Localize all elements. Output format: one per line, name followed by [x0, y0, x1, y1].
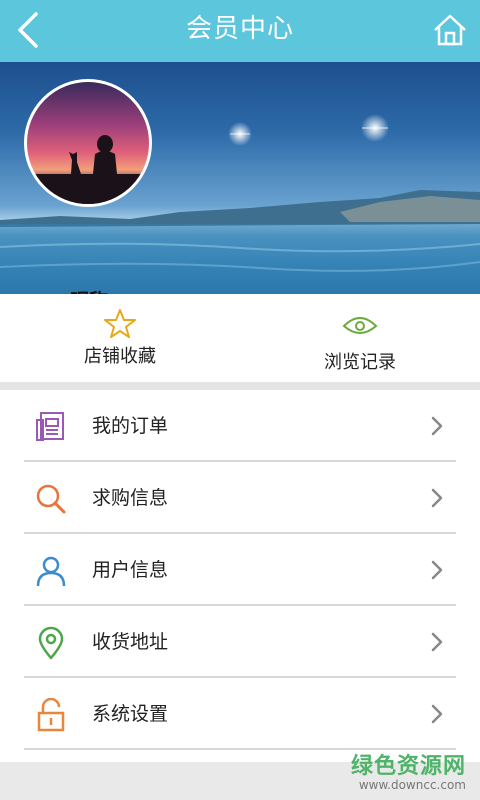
- search-icon: [36, 484, 66, 514]
- home-button[interactable]: [420, 0, 480, 62]
- avatar-silhouette-image: [27, 135, 149, 204]
- menu-item-label: 求购信息: [92, 487, 169, 509]
- quick-actions: 店铺收藏 浏览记录: [0, 294, 480, 382]
- menu-item-label: 我的订单: [92, 415, 169, 437]
- watermark: 绿色资源网 www.downcc.com: [351, 748, 466, 792]
- chevron-right-icon: [431, 704, 443, 724]
- location-pin-icon: [38, 626, 64, 660]
- browse-history-button[interactable]: 浏览记录: [240, 294, 480, 382]
- page-title: 会员中心: [185, 14, 294, 44]
- menu-item-my-orders[interactable]: 我的订单: [0, 390, 480, 462]
- chevron-right-icon: [431, 632, 443, 652]
- nickname-label[interactable]: 昵称: [58, 286, 120, 294]
- browse-history-label: 浏览记录: [324, 352, 396, 373]
- star-icon: [104, 309, 136, 338]
- home-icon: [434, 14, 466, 46]
- section-divider: [0, 382, 480, 390]
- menu-item-label: 用户信息: [92, 559, 169, 581]
- menu-item-label: 系统设置: [92, 703, 169, 725]
- menu-item-label: 收货地址: [92, 631, 169, 653]
- menu-item-user-info[interactable]: 用户信息: [0, 534, 480, 606]
- watermark-text: 绿色资源网: [350, 754, 466, 779]
- watermark-url: www.downcc.com: [358, 778, 466, 792]
- chevron-right-icon: [431, 488, 443, 508]
- store-favorites-label: 店铺收藏: [84, 346, 156, 367]
- avatar[interactable]: [24, 79, 152, 207]
- profile-banner: 昵称: [0, 62, 480, 294]
- chevron-right-icon: [431, 416, 443, 436]
- order-document-icon: [36, 412, 64, 441]
- store-favorites-button[interactable]: 店铺收藏: [0, 294, 240, 382]
- user-icon: [36, 556, 66, 587]
- menu-item-system-settings[interactable]: 系统设置: [0, 678, 480, 750]
- menu-item-purchase-requests[interactable]: 求购信息: [0, 462, 480, 534]
- chevron-right-icon: [431, 560, 443, 580]
- top-bar: 会员中心: [0, 0, 480, 62]
- lock-icon: [37, 698, 65, 732]
- member-menu-list: 我的订单 求购信息 用户信息 收货地址 系统设置: [0, 390, 480, 750]
- menu-item-shipping-address[interactable]: 收货地址: [0, 606, 480, 678]
- eye-icon: [342, 317, 378, 334]
